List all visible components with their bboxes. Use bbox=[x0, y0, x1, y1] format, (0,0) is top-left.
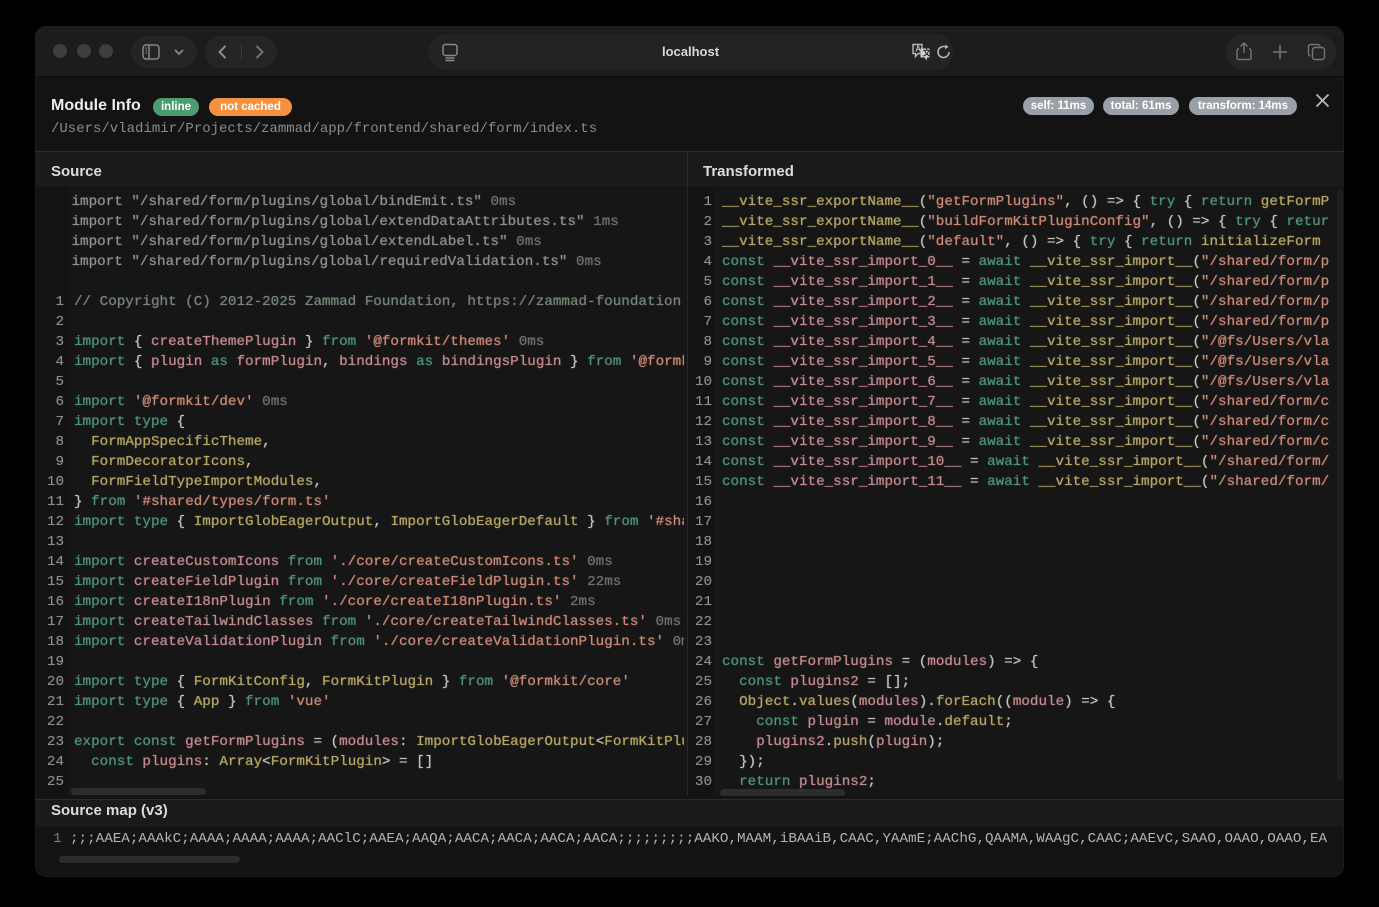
svg-text:A: A bbox=[915, 45, 921, 54]
svg-text:文: 文 bbox=[923, 48, 932, 58]
